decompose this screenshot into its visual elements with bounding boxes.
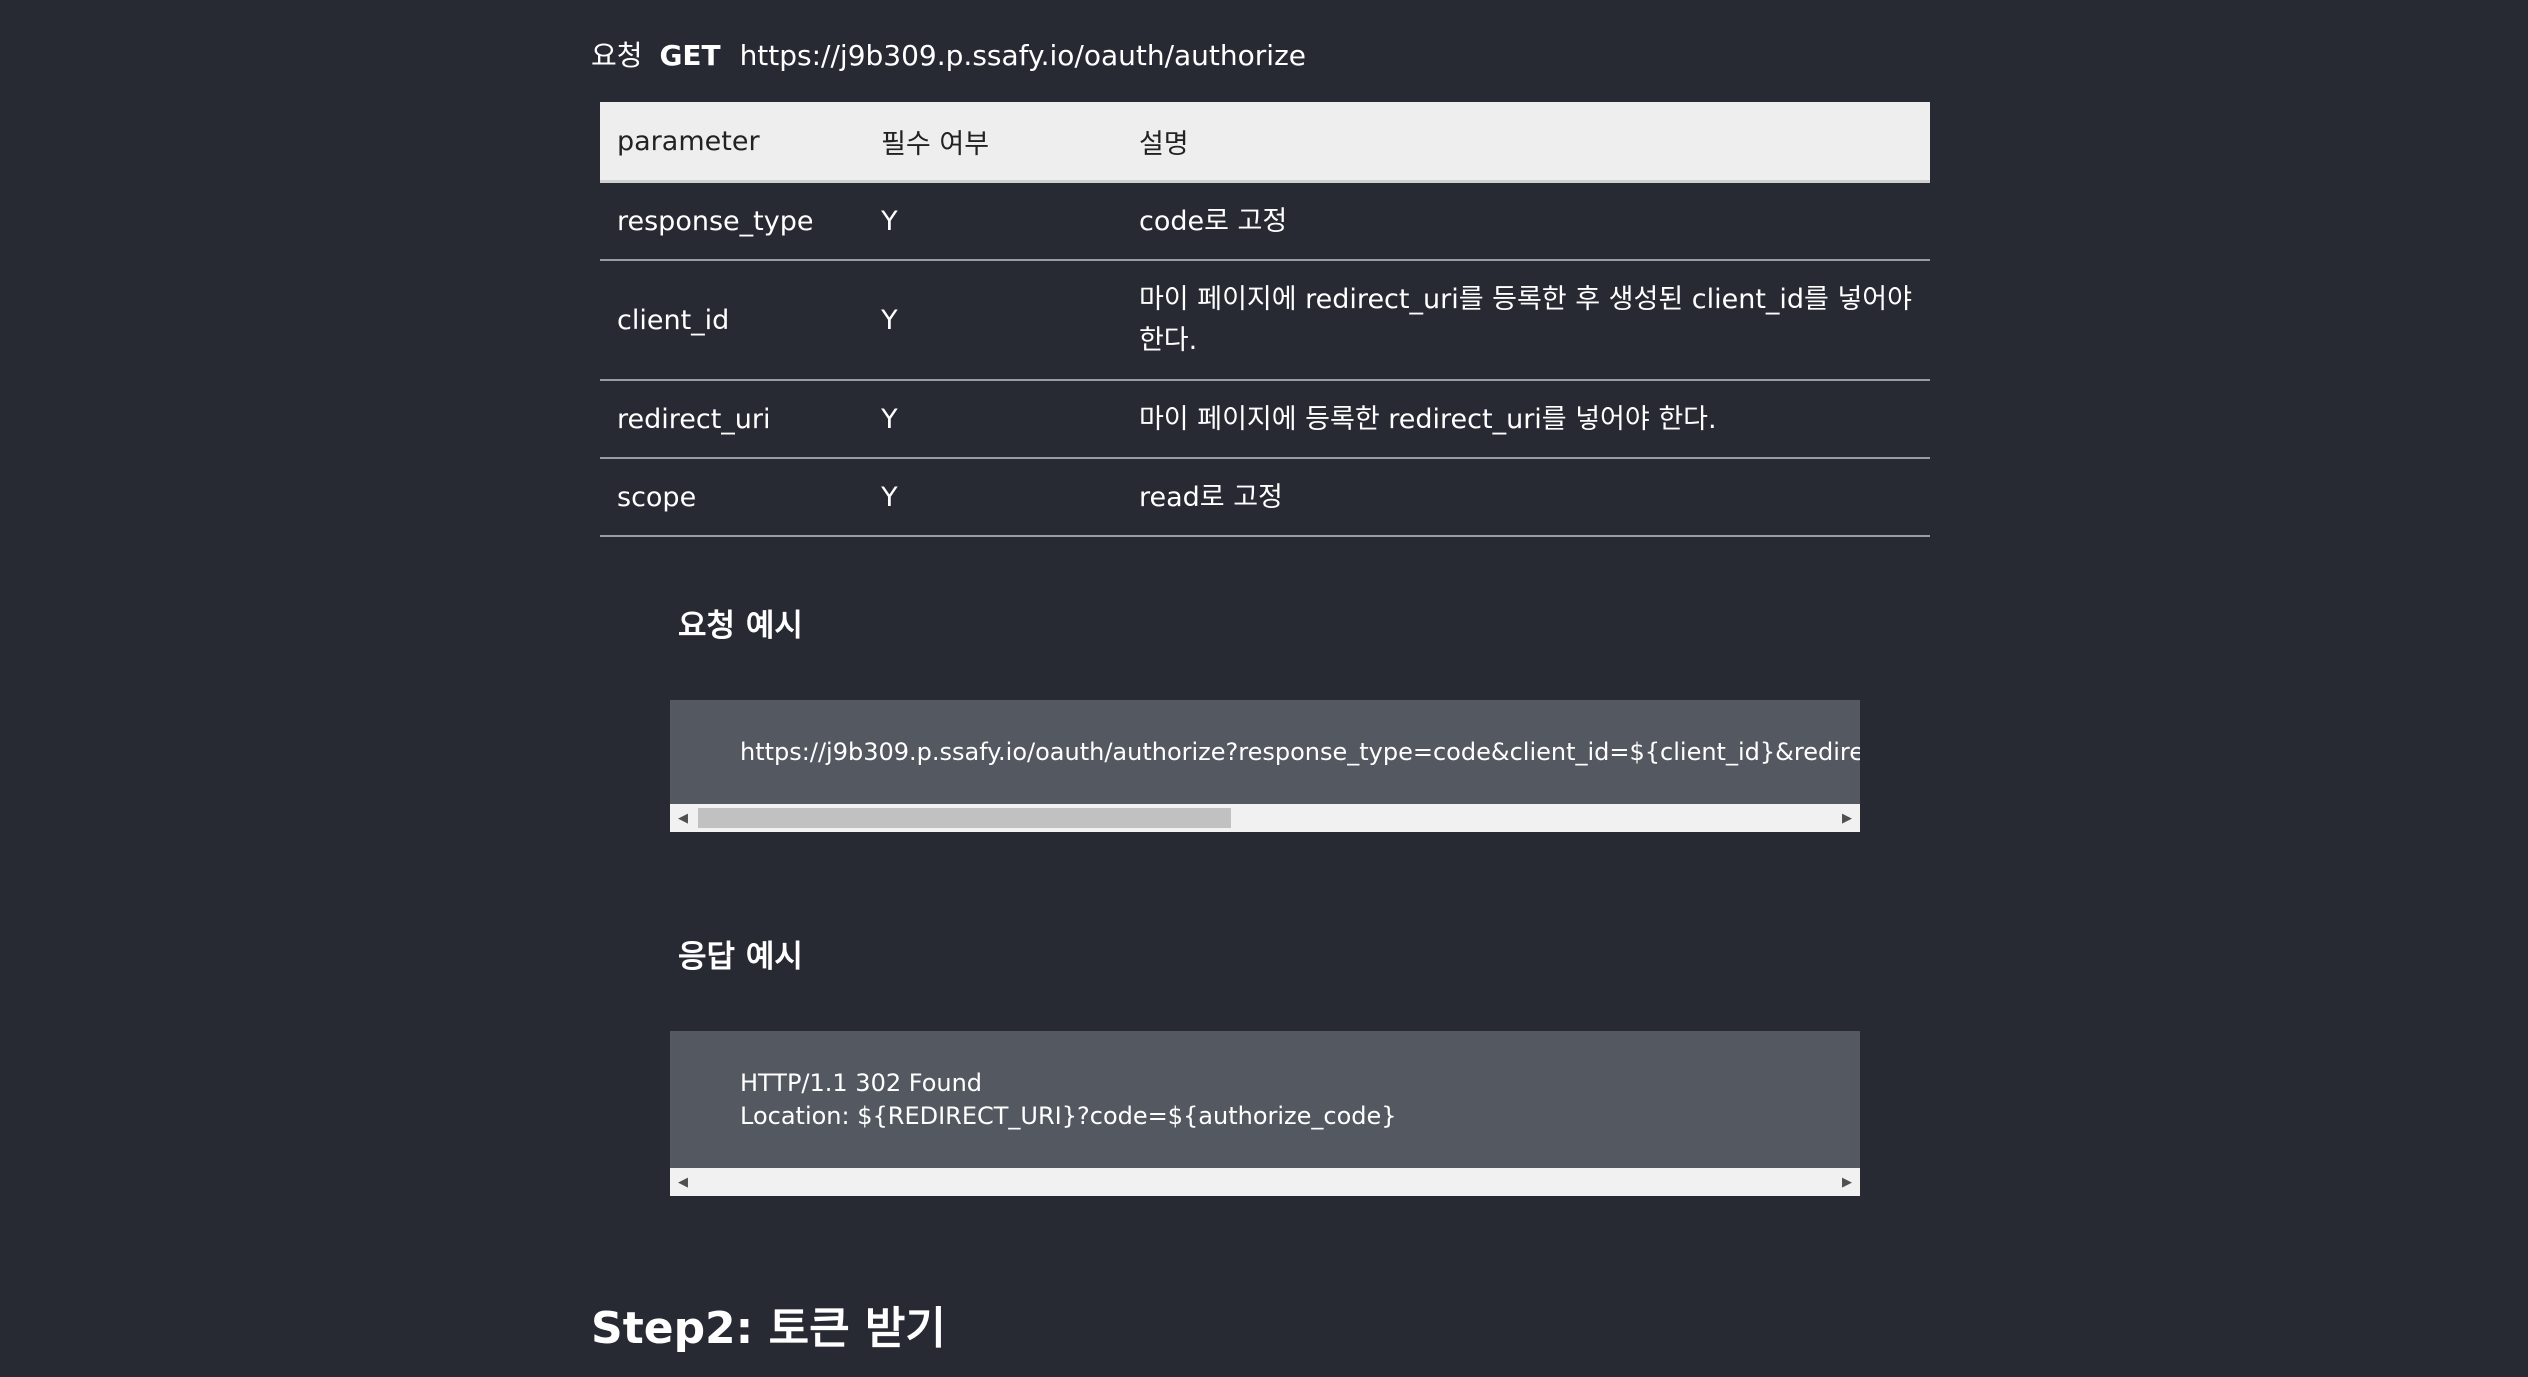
table-row: client_id Y 마이 페이지에 redirect_uri를 등록한 후 … (600, 260, 1930, 381)
request-url: https://j9b309.p.ssafy.io/oauth/authoriz… (739, 39, 1307, 72)
column-header-required: 필수 여부 (864, 102, 1122, 183)
param-required: Y (864, 260, 1122, 381)
param-name: response_type (600, 181, 865, 261)
request-label: 요청 (591, 39, 643, 72)
response-code-line: HTTP/1.1 302 Found (740, 1069, 983, 1097)
horizontal-scrollbar[interactable]: ◀ ▶ (670, 1168, 1860, 1196)
scroll-left-arrow-icon[interactable]: ◀ (670, 1168, 696, 1196)
param-description: code로 고정 (1121, 181, 1930, 261)
response-example-title: 응답 예시 (678, 939, 803, 975)
response-example-code: HTTP/1.1 302 Found Location: ${REDIRECT_U… (670, 1031, 1860, 1133)
request-line: 요청 GET https://j9b309.p.ssafy.io/oauth/a… (591, 36, 1306, 76)
request-method: GET (659, 39, 721, 72)
param-name: client_id (600, 260, 865, 381)
table-row: redirect_uri Y 마이 페이지에 등록한 redirect_uri를… (600, 380, 1930, 459)
scroll-left-arrow-icon[interactable]: ◀ (670, 804, 696, 832)
scroll-right-arrow-icon[interactable]: ▶ (1834, 1168, 1860, 1196)
horizontal-scrollbar[interactable]: ◀ ▶ (670, 804, 1860, 832)
param-name: scope (600, 458, 865, 537)
scroll-right-arrow-icon[interactable]: ▶ (1834, 804, 1860, 832)
request-example-title: 요청 예시 (678, 608, 803, 644)
parameter-table: parameter 필수 여부 설명 response_type Y code로… (600, 102, 1930, 537)
request-example-code-block[interactable]: https://j9b309.p.ssafy.io/oauth/authoriz… (670, 700, 1860, 832)
column-header-description: 설명 (1121, 102, 1930, 183)
param-required: Y (864, 181, 1122, 261)
param-description: 마이 페이지에 redirect_uri를 등록한 후 생성된 client_i… (1121, 260, 1930, 381)
table-row: response_type Y code로 고정 (600, 181, 1930, 261)
param-name: redirect_uri (600, 380, 865, 459)
table-header-row: parameter 필수 여부 설명 (600, 102, 1930, 183)
column-header-parameter: parameter (600, 102, 865, 183)
response-code-line: Location: ${REDIRECT_URI}?code=${authori… (740, 1102, 1397, 1130)
page: 요청 GET https://j9b309.p.ssafy.io/oauth/a… (0, 0, 2528, 1377)
request-example-code: https://j9b309.p.ssafy.io/oauth/authoriz… (740, 738, 1860, 766)
param-required: Y (864, 458, 1122, 537)
param-description: 마이 페이지에 등록한 redirect_uri를 넣어야 한다. (1121, 380, 1930, 459)
param-description: read로 고정 (1121, 458, 1930, 537)
step2-heading: Step2: 토큰 받기 (591, 1303, 946, 1354)
param-required: Y (864, 380, 1122, 459)
scrollbar-thumb[interactable] (698, 808, 1231, 828)
response-example-code-block[interactable]: HTTP/1.1 302 Found Location: ${REDIRECT_U… (670, 1031, 1860, 1196)
table-row: scope Y read로 고정 (600, 458, 1930, 537)
